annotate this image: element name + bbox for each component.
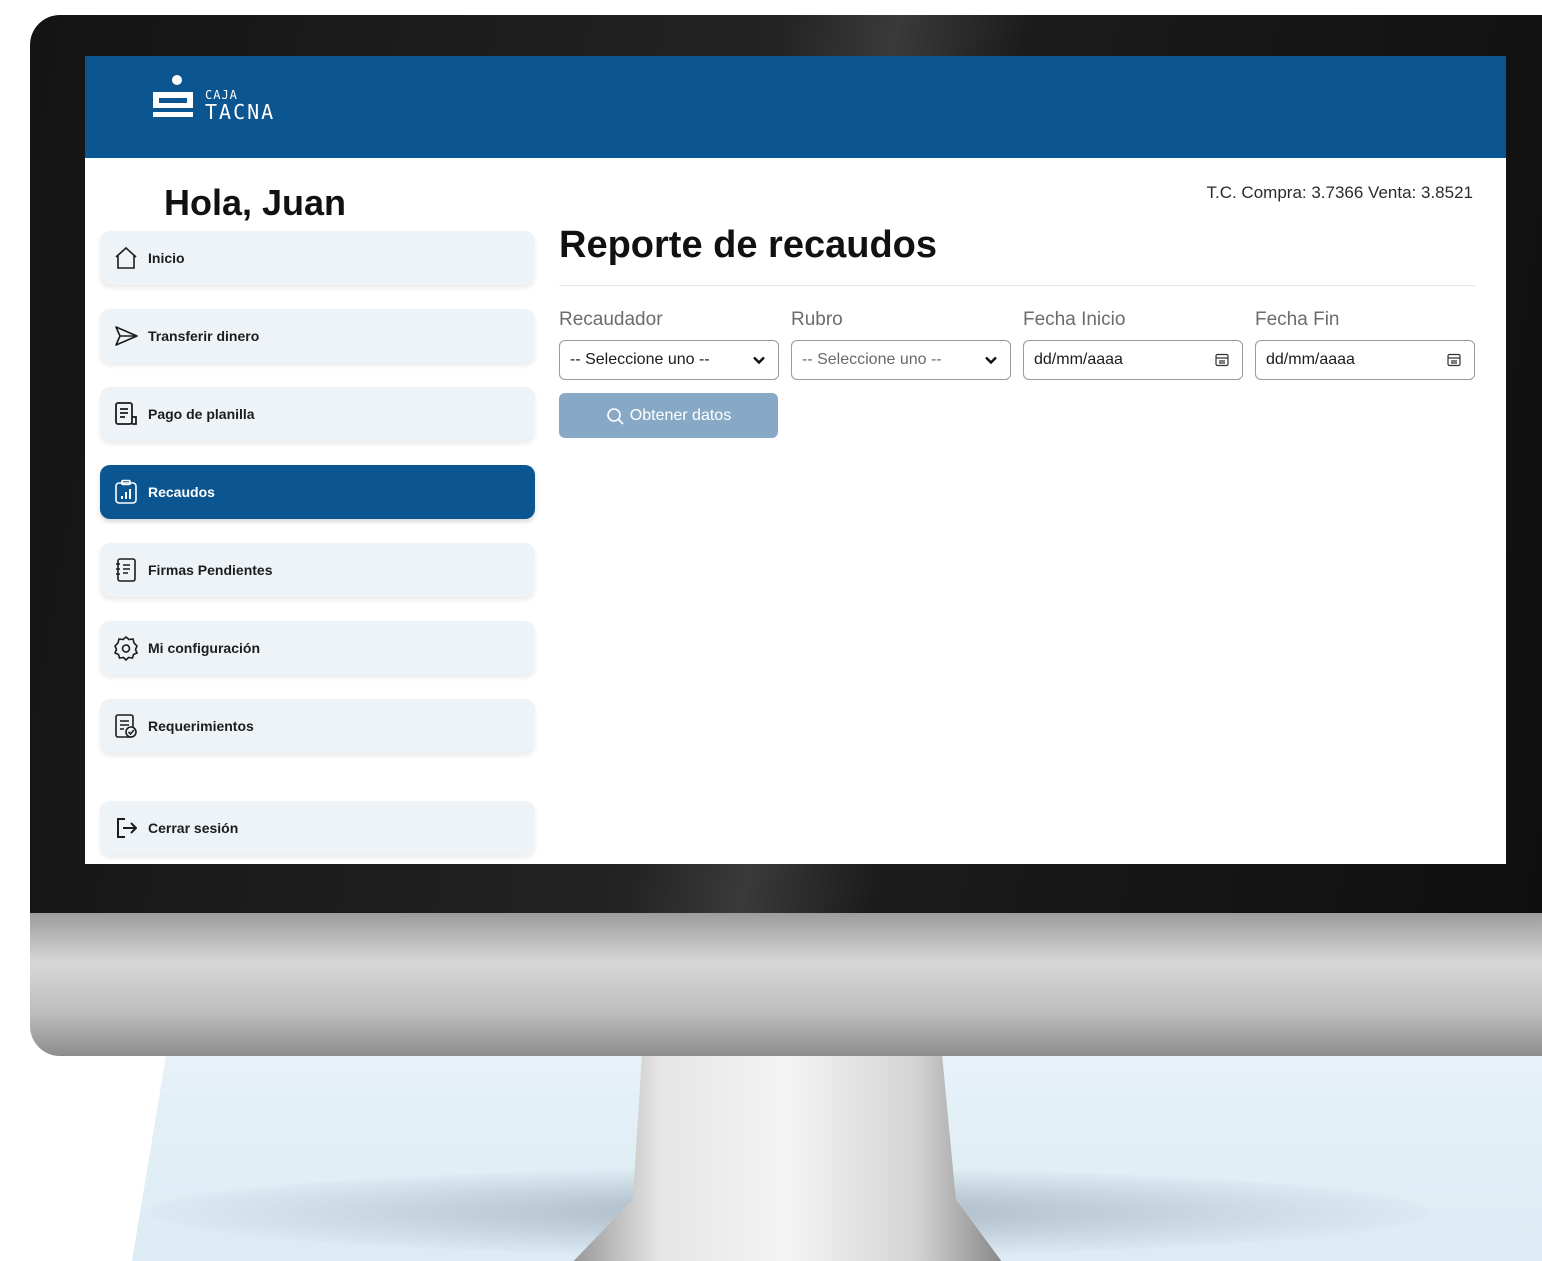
calendar-icon[interactable] (1446, 352, 1462, 368)
sidebar-item-label: Firmas Pendientes (148, 562, 273, 578)
sidebar-item-label: Pago de planilla (148, 406, 255, 422)
recaudador-label: Recaudador (559, 309, 663, 330)
top-bar: CAJA TACNA (85, 56, 1506, 158)
sidebar-item-label: Requerimientos (148, 718, 254, 734)
obtener-datos-button[interactable]: Obtener datos (559, 393, 778, 438)
logo-icon (153, 75, 193, 117)
fecha-inicio-field: Fecha Inicio dd/mm/aaaa (1023, 309, 1243, 380)
rubro-label: Rubro (791, 309, 843, 330)
sidebar-item-label: Transferir dinero (148, 328, 260, 344)
fecha-fin-field: Fecha Fin dd/mm/aaaa (1255, 309, 1475, 380)
monitor-chin (30, 913, 1542, 1056)
sidebar-item-firmas-pendientes[interactable]: Firmas Pendientes (100, 543, 535, 597)
sidebar-item-mi-configuracion[interactable]: Mi configuración (100, 621, 535, 675)
search-icon (606, 407, 624, 425)
gear-icon (112, 634, 140, 662)
sidebar-item-cerrar-sesion[interactable]: Cerrar sesión (100, 801, 535, 855)
exchange-rate: T.C. Compra: 3.7366 Venta: 3.8521 (1206, 183, 1473, 202)
sidebar-item-label: Inicio (148, 250, 185, 266)
sidebar-item-pago-de-planilla[interactable]: Pago de planilla (100, 387, 535, 441)
sidebar-item-label: Mi configuración (148, 640, 260, 656)
sidebar-item-inicio[interactable]: Inicio (100, 231, 535, 285)
calendar-icon[interactable] (1214, 352, 1230, 368)
caja-tacna-logo[interactable]: CAJA TACNA (147, 74, 307, 124)
page-title: Reporte de recaudos (559, 224, 937, 266)
recaudador-field: Recaudador -- Seleccione uno -- (559, 309, 779, 380)
logout-icon (112, 814, 140, 842)
title-divider (559, 285, 1475, 286)
chevron-down-icon (985, 356, 997, 365)
fecha-inicio-input[interactable]: dd/mm/aaaa (1023, 340, 1243, 380)
sidebar-item-label: Cerrar sesión (148, 820, 239, 836)
report-chart-icon (112, 478, 140, 506)
sidebar-item-recaudos[interactable]: Recaudos (100, 465, 535, 519)
sidebar-item-requerimientos[interactable]: Requerimientos (100, 699, 535, 753)
fecha-fin-label: Fecha Fin (1255, 309, 1340, 330)
chevron-down-icon (753, 356, 765, 365)
obtener-datos-label: Obtener datos (629, 406, 732, 424)
recaudador-select[interactable]: -- Seleccione uno -- (559, 340, 779, 380)
fecha-fin-input[interactable]: dd/mm/aaaa (1255, 340, 1475, 380)
app-screen: CAJA TACNA Hola, Juan Inicio Transferir … (85, 56, 1506, 864)
rubro-selected-value: -- Seleccione uno -- (802, 351, 942, 368)
recaudador-selected-value: -- Seleccione uno -- (570, 351, 710, 368)
send-icon (112, 322, 140, 350)
rubro-field: Rubro -- Seleccione uno -- (791, 309, 1011, 380)
logo-line-2: TACNA (205, 100, 276, 124)
fecha-inicio-label: Fecha Inicio (1023, 309, 1126, 330)
payroll-document-icon (112, 400, 140, 428)
rubro-select[interactable]: -- Seleccione uno -- (791, 340, 1011, 380)
fecha-inicio-placeholder: dd/mm/aaaa (1034, 351, 1123, 368)
checklist-document-icon (112, 712, 140, 740)
home-icon (112, 244, 140, 272)
logo-wordmark: CAJA TACNA (205, 89, 275, 122)
sidebar-item-label: Recaudos (148, 484, 215, 500)
fecha-fin-placeholder: dd/mm/aaaa (1266, 351, 1355, 368)
greeting: Hola, Juan (164, 182, 347, 223)
sidebar-item-transferir-dinero[interactable]: Transferir dinero (100, 309, 535, 363)
notebook-icon (112, 556, 140, 584)
